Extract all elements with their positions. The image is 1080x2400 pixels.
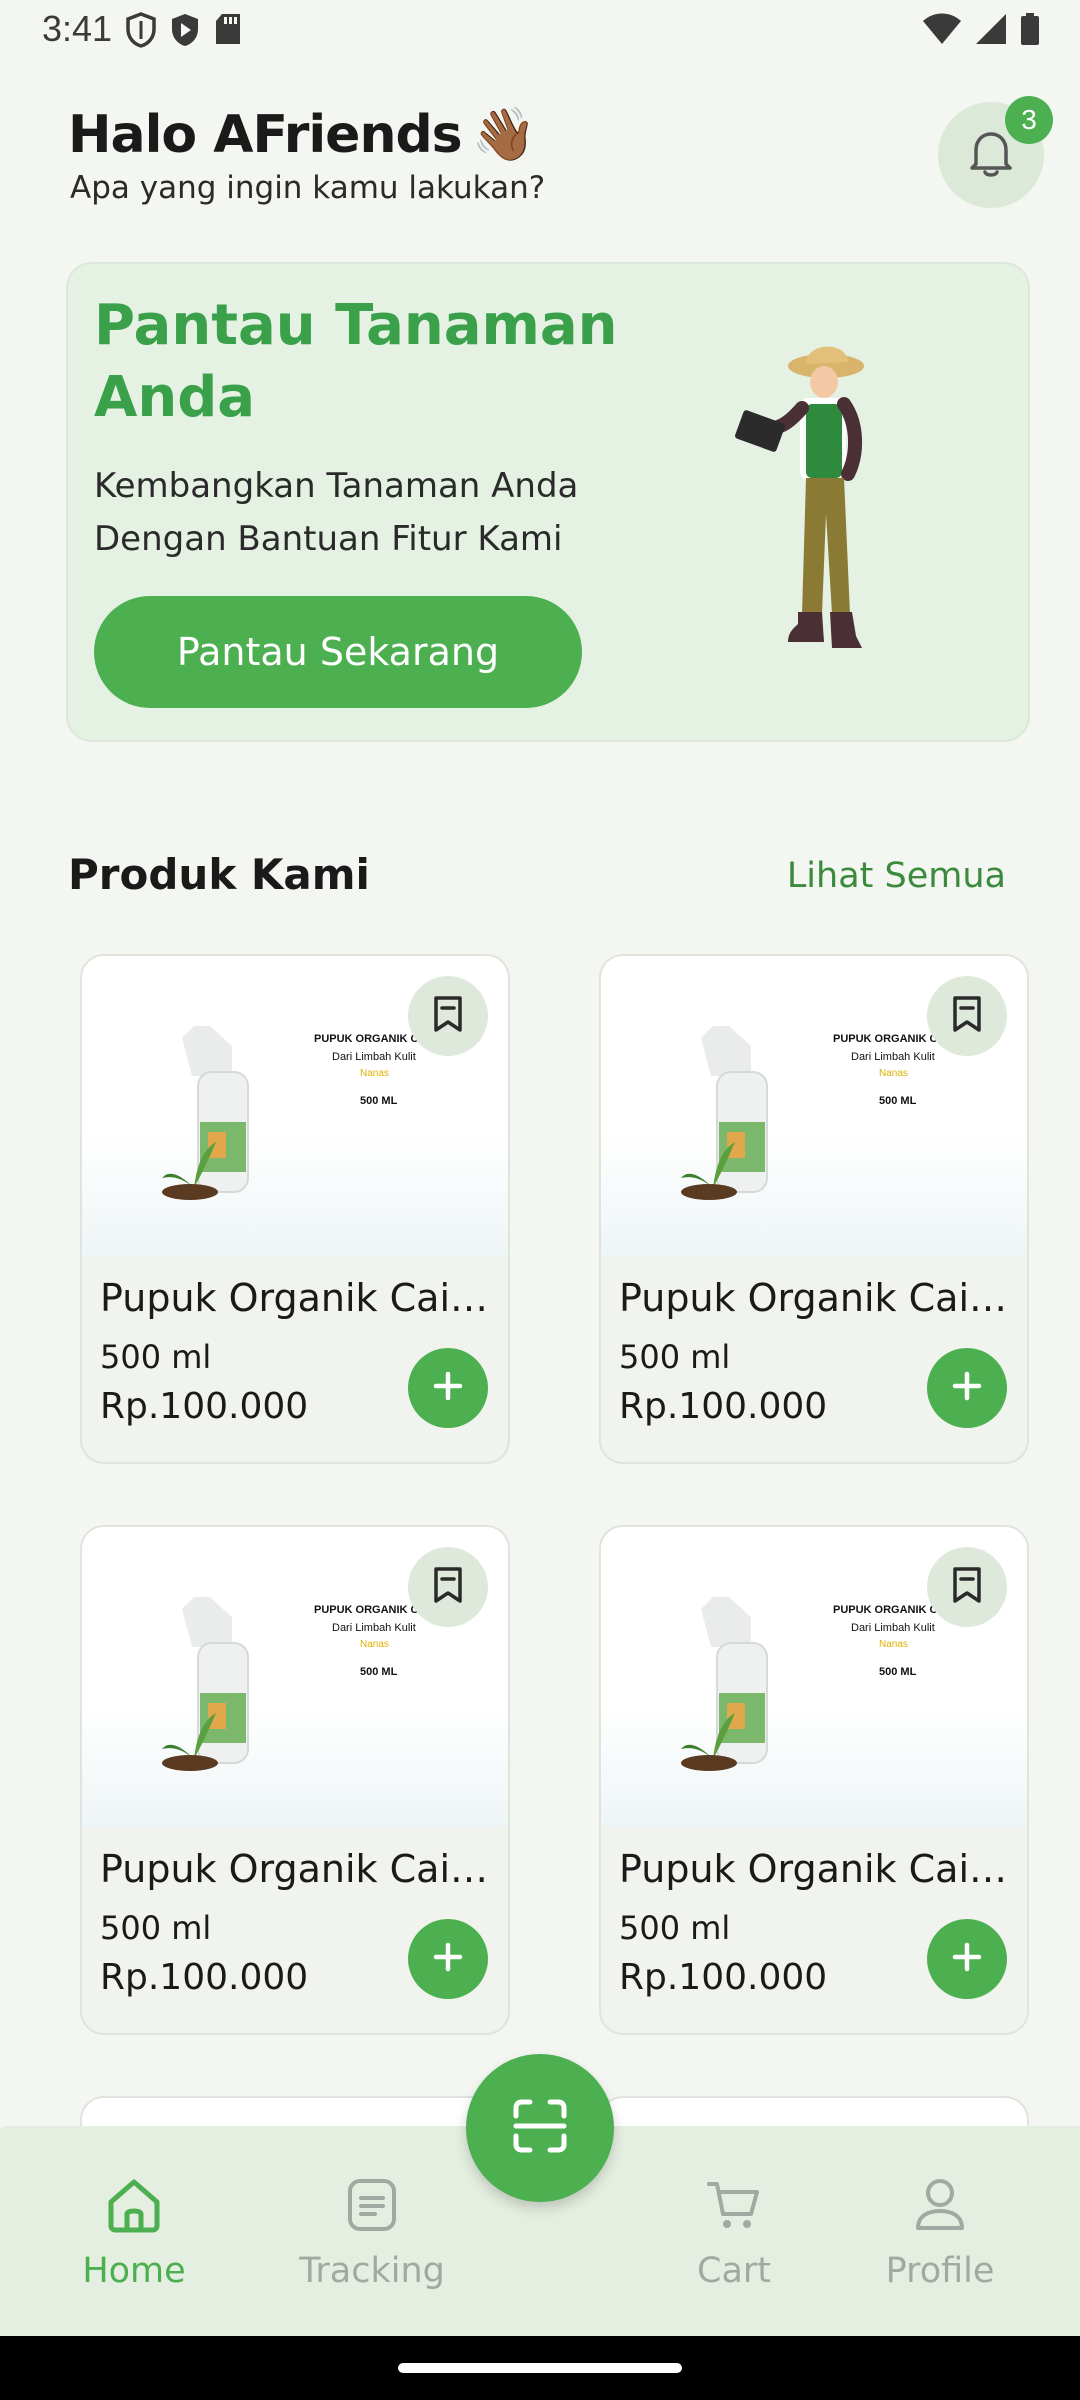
home-indicator[interactable]	[398, 2363, 682, 2373]
product-size: 500 ml	[100, 1909, 212, 1947]
wifi-icon	[922, 12, 962, 50]
svg-text:Dari Limbah Kulit: Dari Limbah Kulit	[851, 1051, 935, 1063]
product-name: Pupuk Organik Cair Dari Limbah Kulit Nan…	[100, 1276, 500, 1320]
product-price: Rp.100.000	[619, 1957, 828, 1998]
svg-text:Nanas: Nanas	[360, 1639, 389, 1650]
svg-text:500 ML: 500 ML	[360, 1666, 398, 1678]
bookmark-icon	[430, 1565, 466, 1609]
svg-text:Dari Limbah Kulit: Dari Limbah Kulit	[851, 1622, 935, 1634]
nav-cart-label: Cart	[697, 2251, 771, 2291]
product-card[interactable]: PUPUK ORGANIK CAIR Dari Limbah Kulit Nan…	[599, 1525, 1029, 2035]
home-icon	[44, 2176, 224, 2243]
plus-icon	[949, 1368, 985, 1408]
waving-hand-icon: 👋🏾	[471, 105, 537, 165]
svg-text:Nanas: Nanas	[360, 1068, 389, 1079]
add-to-cart-button[interactable]	[927, 1348, 1007, 1428]
nav-profile[interactable]: Profile	[850, 2176, 1030, 2291]
banner-description: Kembangkan Tanaman Anda Dengan Bantuan F…	[94, 466, 579, 559]
bookmark-button[interactable]	[408, 976, 488, 1056]
svg-text:Nanas: Nanas	[879, 1639, 908, 1650]
bookmark-button[interactable]	[927, 976, 1007, 1056]
see-all-link[interactable]: Lihat Semua	[787, 856, 1006, 896]
farmer-illustration	[735, 346, 864, 648]
product-price: Rp.100.000	[100, 1957, 309, 1998]
nav-tracking[interactable]: Tracking	[282, 2176, 462, 2291]
product-name: Pupuk Organik Cair Dari Limbah Kulit Nan…	[100, 1847, 500, 1891]
bell-icon	[966, 126, 1016, 184]
notification-badge: 3	[1005, 96, 1053, 144]
add-to-cart-button[interactable]	[408, 1348, 488, 1428]
product-card[interactable]: PUPUK ORGANIK CAIR Dari Limbah Kulit Nan…	[599, 954, 1029, 1464]
monitor-now-button[interactable]: Pantau Sekarang	[94, 596, 582, 708]
section-title: Produk Kami	[68, 850, 370, 899]
plus-icon	[430, 1939, 466, 1979]
product-price: Rp.100.000	[100, 1386, 309, 1427]
person-icon	[850, 2176, 1030, 2243]
product-size: 500 ml	[100, 1338, 212, 1376]
svg-text:Nanas: Nanas	[879, 1068, 908, 1079]
scan-icon	[508, 2094, 572, 2162]
nav-home[interactable]: Home	[44, 2176, 224, 2291]
shield-icon	[126, 12, 156, 52]
nav-tracking-label: Tracking	[299, 2251, 445, 2291]
greeting-title: Halo AFriends 👋🏾	[68, 105, 537, 165]
bookmark-icon	[949, 1565, 985, 1609]
add-to-cart-button[interactable]	[408, 1919, 488, 1999]
bookmark-button[interactable]	[927, 1547, 1007, 1627]
bookmark-icon	[430, 994, 466, 1038]
bookmark-button[interactable]	[408, 1547, 488, 1627]
plus-icon	[949, 1939, 985, 1979]
cell-signal-icon	[974, 12, 1008, 50]
bookmark-icon	[949, 994, 985, 1038]
status-time: 3:41	[42, 8, 113, 49]
document-icon	[282, 2176, 462, 2243]
svg-text:500 ML: 500 ML	[879, 1095, 917, 1107]
play-protect-icon	[170, 12, 200, 52]
battery-icon	[1020, 12, 1040, 50]
svg-text:Dari Limbah Kulit: Dari Limbah Kulit	[332, 1051, 416, 1063]
banner-title: Pantau Tanaman Anda	[94, 293, 618, 430]
cart-icon	[644, 2176, 824, 2243]
nav-profile-label: Profile	[885, 2251, 995, 2291]
sd-card-icon	[214, 12, 242, 52]
product-name: Pupuk Organik Cair Dari Limbah Kulit Nan…	[619, 1847, 1019, 1891]
greeting-subtitle: Apa yang ingin kamu lakukan?	[70, 170, 546, 206]
product-card[interactable]: PUPUK ORGANIK CAIR Dari Limbah Kulit Nan…	[80, 954, 510, 1464]
svg-text:500 ML: 500 ML	[879, 1666, 917, 1678]
product-size: 500 ml	[619, 1909, 731, 1947]
status-bar: 3:41	[0, 0, 1080, 64]
product-card[interactable]: PUPUK ORGANIK CAIR Dari Limbah Kulit Nan…	[80, 1525, 510, 2035]
nav-home-label: Home	[82, 2251, 186, 2291]
nav-cart[interactable]: Cart	[644, 2176, 824, 2291]
product-name: Pupuk Organik Cair Dari Limbah Kulit Nan…	[619, 1276, 1019, 1320]
plus-icon	[430, 1368, 466, 1408]
svg-text:Dari Limbah Kulit: Dari Limbah Kulit	[332, 1622, 416, 1634]
svg-text:500 ML: 500 ML	[360, 1095, 398, 1107]
add-to-cart-button[interactable]	[927, 1919, 1007, 1999]
product-price: Rp.100.000	[619, 1386, 828, 1427]
scan-button[interactable]	[466, 2054, 614, 2202]
monitor-banner: Pantau Tanaman Anda Kembangkan Tanaman A…	[66, 262, 1030, 742]
product-size: 500 ml	[619, 1338, 731, 1376]
